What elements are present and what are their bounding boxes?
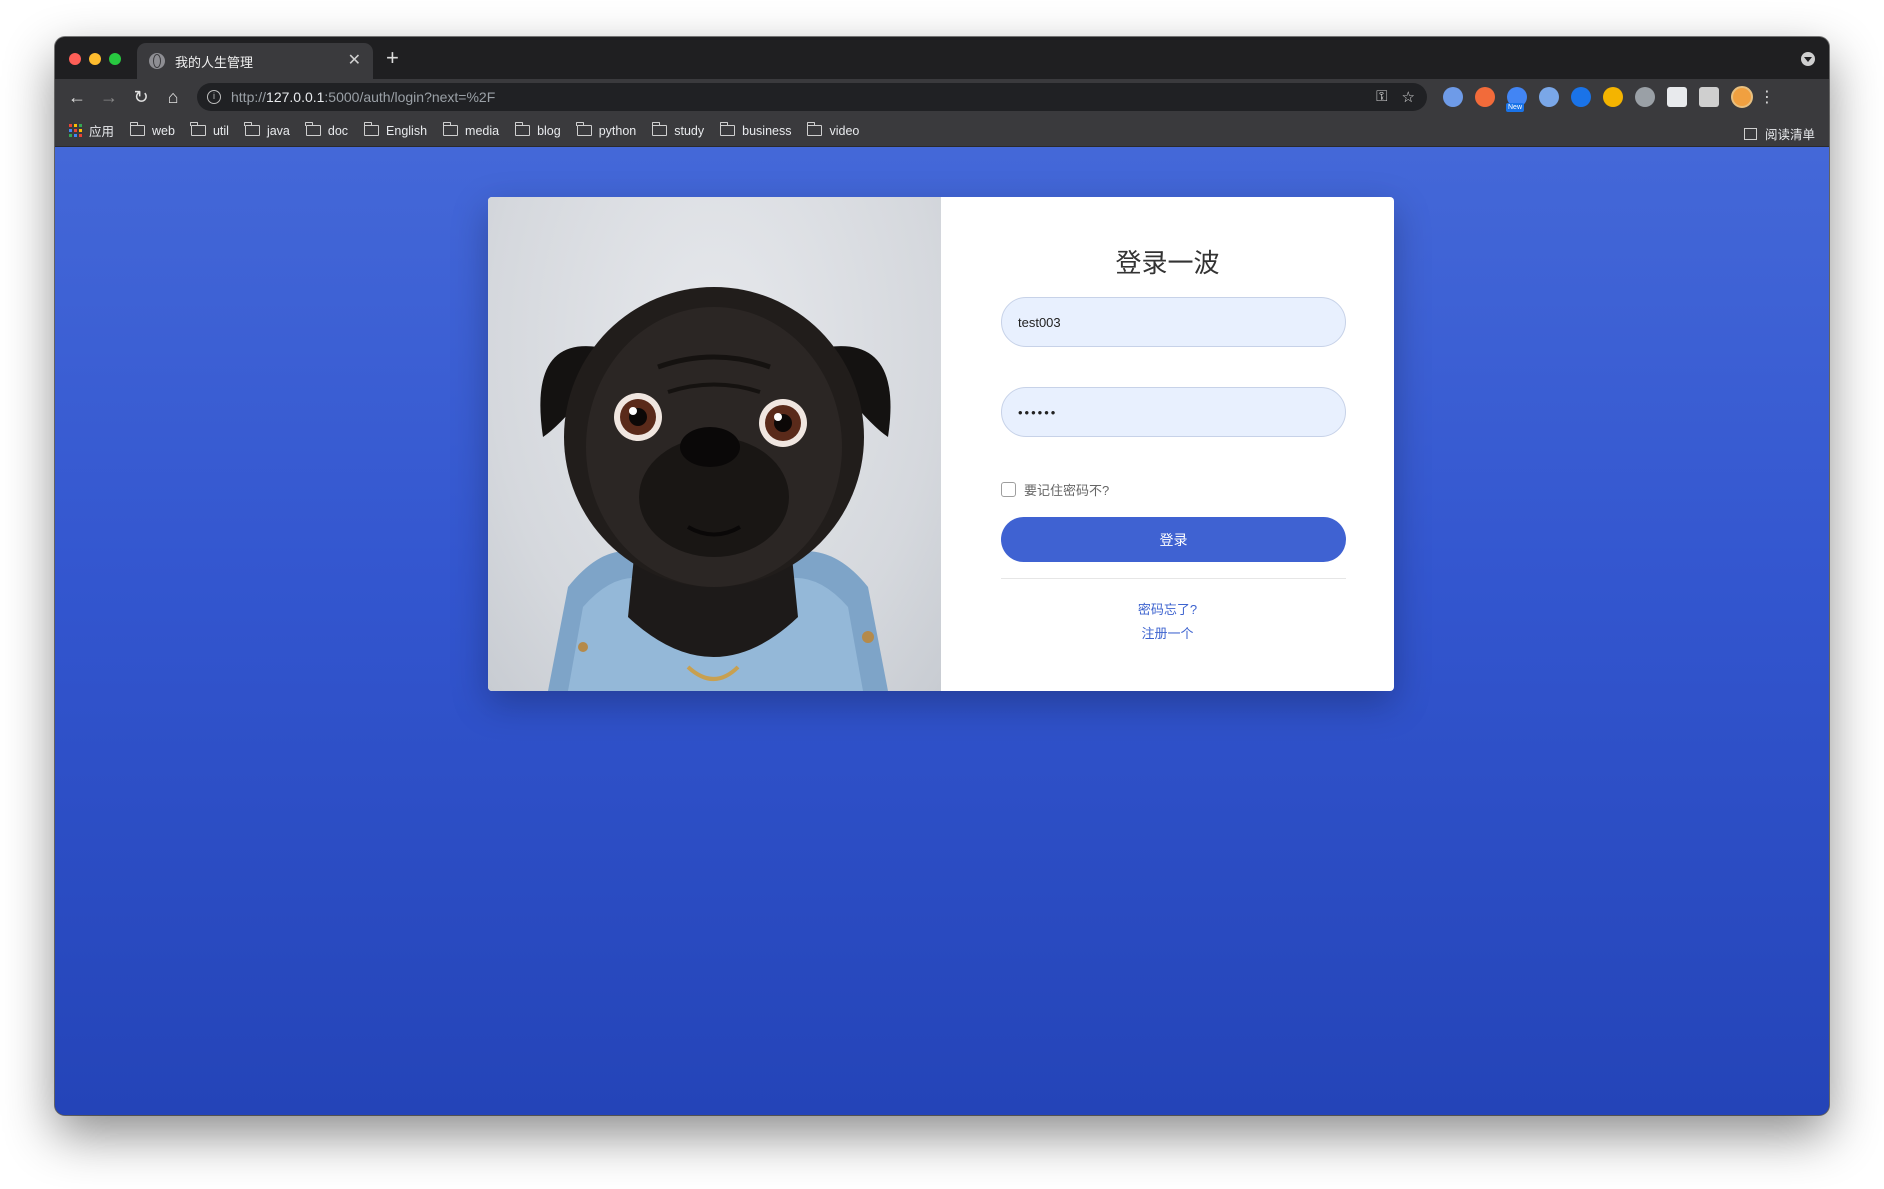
extension-4-icon[interactable] <box>1539 87 1559 107</box>
home-icon[interactable]: ⌂ <box>157 87 189 108</box>
address-bar[interactable]: i http://127.0.0.1:5000/auth/login?next=… <box>197 83 1427 111</box>
reading-list-icon <box>1743 127 1757 140</box>
folder-icon <box>129 122 146 136</box>
bookmark-folder-java[interactable]: java <box>244 122 290 138</box>
extension-7-icon[interactable] <box>1635 87 1655 107</box>
extension-icons: New <box>1443 87 1719 112</box>
url-scheme: http:// <box>231 89 267 105</box>
folder-icon <box>806 122 823 136</box>
bookmark-folder-util[interactable]: util <box>190 122 229 138</box>
remember-password[interactable]: 要记住密码不? <box>1001 480 1109 499</box>
bookmark-folder-python[interactable]: python <box>576 122 637 138</box>
key-icon[interactable]: ⚿ <box>1376 88 1387 106</box>
url-host: 127.0.0.1 <box>266 89 325 105</box>
extension-2-icon[interactable] <box>1475 87 1495 107</box>
bookmark-star-icon[interactable]: ☆ <box>1402 88 1415 106</box>
bookmark-folder-label: study <box>674 123 705 138</box>
close-window-button[interactable] <box>69 53 81 65</box>
browser-window: 我的人生管理 ✕ + ← → ↻ ⌂ i http://127.0.0.1:50… <box>55 37 1829 1115</box>
register-link[interactable]: 注册一个 <box>941 623 1394 642</box>
remember-label: 要记住密码不? <box>1024 483 1110 498</box>
bookmark-folder-business[interactable]: business <box>719 122 792 138</box>
folder-icon <box>190 122 206 136</box>
more-menu-icon[interactable]: ⋮ <box>1759 87 1775 107</box>
login-button[interactable]: 登录 <box>1001 517 1346 562</box>
login-card: 登录一波 要记住密码不? 登录 密码忘了? 注册一个 <box>488 197 1394 691</box>
tab-active[interactable]: 我的人生管理 ✕ <box>137 43 373 79</box>
bookmarks-bar: 应用 web util java doc English media blog python s… <box>55 115 1829 147</box>
window-controls <box>69 53 121 65</box>
bookmark-folder-label: English <box>386 123 428 138</box>
username-input[interactable] <box>1001 297 1346 347</box>
remember-checkbox[interactable] <box>1001 482 1016 497</box>
forward-arrow-icon[interactable]: → <box>93 87 125 108</box>
bookmark-folder-doc[interactable]: doc <box>305 122 349 138</box>
extension-8-icon[interactable] <box>1667 87 1687 107</box>
folder-icon <box>514 122 531 136</box>
reading-list-label: 阅读清单 <box>1764 128 1815 142</box>
info-icon[interactable]: i <box>207 90 221 104</box>
folder-icon <box>363 122 380 136</box>
bookmark-folder-video[interactable]: video <box>806 122 860 138</box>
bookmark-apps-label: 应用 <box>89 125 115 139</box>
folder-icon <box>442 122 459 136</box>
bookmark-folder-label: util <box>212 123 229 138</box>
profile-avatar[interactable] <box>1731 86 1753 108</box>
form-divider <box>1001 578 1346 579</box>
folder-icon <box>305 122 321 136</box>
pug-photo <box>488 197 941 691</box>
bookmark-apps[interactable]: 应用 <box>69 121 114 140</box>
bookmark-folder-label: python <box>598 123 637 138</box>
new-badge: New <box>1506 103 1525 112</box>
extension-6-icon[interactable] <box>1603 87 1623 107</box>
new-tab-button[interactable]: + <box>386 47 399 69</box>
apps-grid-icon <box>69 124 82 137</box>
bookmark-folder-label: video <box>829 123 860 138</box>
browser-toolbar: ← → ↻ ⌂ i http://127.0.0.1:5000/auth/log… <box>55 79 1829 115</box>
folder-icon <box>244 122 260 136</box>
extension-9-icon[interactable] <box>1699 87 1719 107</box>
bookmark-folder-web[interactable]: web <box>129 122 175 138</box>
bookmark-folder-label: doc <box>327 123 349 138</box>
page-viewport: 登录一波 要记住密码不? 登录 密码忘了? 注册一个 <box>55 147 1829 1115</box>
reading-list-button[interactable]: 阅读清单 <box>1743 124 1815 143</box>
forgot-password-link[interactable]: 密码忘了? <box>941 599 1394 618</box>
reload-icon[interactable]: ↻ <box>125 87 157 108</box>
bookmark-folder-label: web <box>152 123 175 138</box>
bookmark-folder-media[interactable]: media <box>442 122 500 138</box>
login-title: 登录一波 <box>1115 248 1220 278</box>
pug-illustration <box>540 287 891 691</box>
extension-3-icon[interactable]: New <box>1506 87 1527 112</box>
login-form: 登录一波 要记住密码不? 登录 密码忘了? 注册一个 <box>941 197 1394 691</box>
back-arrow-icon[interactable]: ← <box>61 87 93 108</box>
folder-icon <box>719 122 736 136</box>
tab-search-icon[interactable] <box>1801 52 1815 66</box>
bookmark-folder-study[interactable]: study <box>651 122 705 138</box>
close-tab-icon[interactable]: ✕ <box>348 53 361 69</box>
address-bar-actions: ⚿ ☆ <box>1376 88 1415 106</box>
bookmark-folders: web util java doc English media blog python stud… <box>129 122 875 138</box>
globe-icon <box>149 53 165 69</box>
bookmark-folder-english[interactable]: English <box>363 122 428 138</box>
bookmark-folder-label: business <box>742 123 792 138</box>
extension-1-icon[interactable] <box>1443 87 1463 107</box>
bookmark-folder-label: blog <box>537 123 561 138</box>
bookmark-folder-blog[interactable]: blog <box>514 122 561 138</box>
password-input[interactable] <box>1001 387 1346 437</box>
url-text[interactable]: http://127.0.0.1:5000/auth/login?next=%2… <box>231 89 495 105</box>
tab-bar: 我的人生管理 ✕ + <box>55 37 1829 79</box>
url-path: :5000/auth/login?next=%2F <box>324 89 496 105</box>
folder-icon <box>651 122 668 136</box>
tab-title: 我的人生管理 <box>175 54 254 70</box>
folder-icon <box>576 122 592 136</box>
bookmark-folder-label: media <box>465 123 500 138</box>
extension-5-icon[interactable] <box>1571 87 1591 107</box>
minimize-window-button[interactable] <box>89 53 101 65</box>
maximize-window-button[interactable] <box>109 53 121 65</box>
bookmark-folder-label: java <box>266 123 290 138</box>
